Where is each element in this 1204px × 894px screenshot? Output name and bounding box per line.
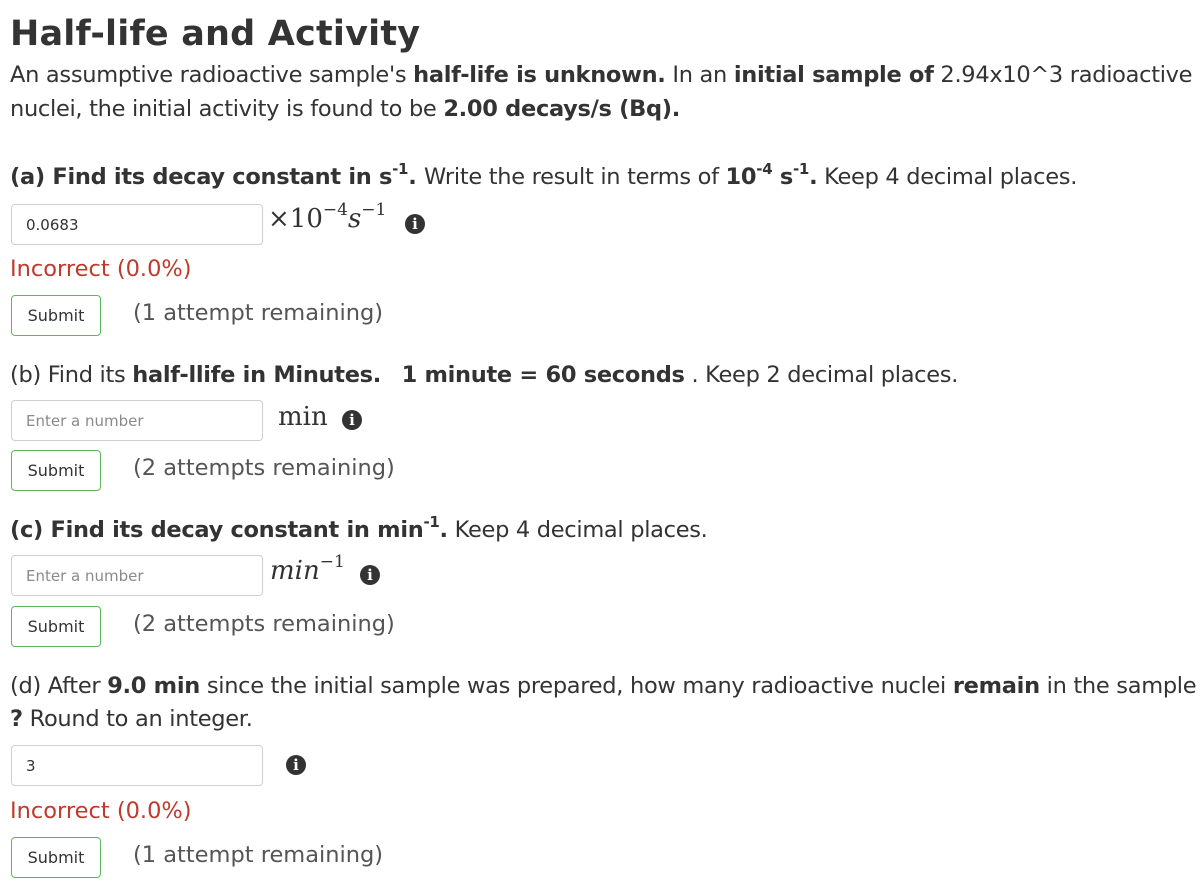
question-d-text: Round to an integer. — [22, 706, 253, 732]
unit-exponent: −1 — [361, 200, 387, 220]
question-b-text: . Keep 2 decimal places. — [684, 362, 959, 388]
superscript: -1 — [392, 160, 409, 178]
intro-text: nuclei, the initial activity is found to… — [10, 96, 444, 122]
question-d-text: (d) After — [10, 673, 108, 699]
question-d-bold: 9.0 min — [107, 673, 200, 699]
intro-text: An assumptive radioactive sample's — [10, 62, 414, 88]
superscript: -1 — [792, 160, 810, 178]
feedback-incorrect-d: Incorrect (0.0%) — [10, 798, 192, 824]
question-d-line-1: (d) After 9.0 min since the initial samp… — [10, 673, 1197, 699]
intro-line-1: An assumptive radioactive sample's half-… — [10, 62, 1193, 88]
intro-text: 2.94x10^3 radioactive — [933, 62, 1193, 88]
answer-a-input[interactable] — [11, 204, 263, 245]
submit-button-d[interactable]: Submit — [11, 837, 101, 878]
intro-text: In an — [665, 62, 734, 88]
question-a-text: Keep 4 decimal places. — [817, 164, 1078, 190]
unit-text: s — [347, 204, 362, 234]
question-d-line-2: ? Round to an integer. — [10, 706, 253, 732]
question-b: (b) Find its half-llife in Minutes. 1 mi… — [10, 362, 958, 388]
question-a-text: (a) Find its decay constant in s — [10, 164, 393, 190]
question-a-text: s — [772, 164, 793, 190]
unit-exponent: −4 — [322, 200, 348, 220]
submit-button-b[interactable]: Submit — [11, 450, 101, 491]
page-title: Half-life and Activity — [10, 14, 421, 54]
question-c-text: (c) Find its decay constant in min — [10, 517, 424, 543]
submit-button-a[interactable]: Submit — [11, 295, 101, 336]
attempts-remaining-a: (1 attempt remaining) — [133, 300, 384, 326]
question-b-text — [381, 362, 402, 388]
question-a: (a) Find its decay constant in s-1. Writ… — [10, 162, 1078, 191]
feedback-incorrect-a: Incorrect (0.0%) — [10, 256, 192, 282]
question-c: (c) Find its decay constant in min-1. Ke… — [10, 515, 708, 544]
question-d-bold: ? — [10, 706, 23, 732]
question-c-text: Keep 4 decimal places. — [447, 517, 708, 543]
unit-text: ×10 — [268, 204, 323, 234]
info-icon[interactable]: i — [405, 214, 425, 234]
attempts-remaining-d: (1 attempt remaining) — [133, 842, 384, 868]
question-c-text: . — [439, 517, 449, 543]
attempts-remaining-b: (2 attempts remaining) — [133, 455, 395, 481]
intro-bold: half-life is unknown. — [413, 62, 666, 88]
answer-d-input[interactable] — [11, 745, 263, 786]
intro-bold: initial sample of — [733, 62, 934, 88]
question-b-text: (b) Find its — [10, 362, 133, 388]
question-d-bold: remain — [952, 673, 1040, 699]
question-b-bold: half-llife in Minutes. — [132, 362, 382, 388]
unit-a: ×10−4s−1 — [268, 202, 386, 235]
question-a-text: 10 — [725, 164, 757, 190]
info-icon[interactable]: i — [286, 755, 306, 775]
answer-b-input[interactable] — [11, 400, 263, 441]
answer-c-input[interactable] — [11, 555, 263, 596]
submit-button-c[interactable]: Submit — [11, 606, 101, 647]
question-a-text: . — [408, 164, 424, 190]
question-d-text: in the sample — [1039, 673, 1197, 699]
superscript: -1 — [423, 513, 440, 531]
info-icon[interactable]: i — [342, 410, 362, 430]
unit-exponent: −1 — [319, 552, 345, 572]
question-a-text: Write the result in terms of — [423, 164, 726, 190]
question-b-bold: 1 minute = 60 seconds — [401, 362, 685, 388]
unit-text: min — [270, 556, 320, 586]
info-icon[interactable]: i — [360, 565, 380, 585]
unit-b: min — [278, 402, 328, 432]
superscript: -4 — [756, 160, 773, 178]
question-d-text: since the initial sample was prepared, h… — [199, 673, 953, 699]
intro-bold: 2.00 decays/s (Bq). — [443, 96, 681, 122]
attempts-remaining-c: (2 attempts remaining) — [133, 611, 395, 637]
unit-c: min−1 — [270, 554, 345, 587]
intro-line-2: nuclei, the initial activity is found to… — [10, 96, 680, 122]
